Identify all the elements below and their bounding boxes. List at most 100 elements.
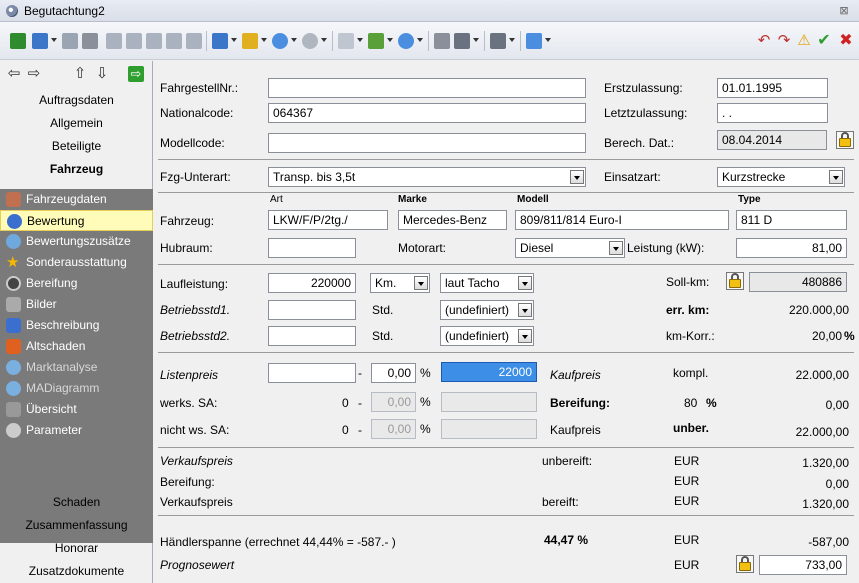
chevron-down-icon[interactable] (570, 170, 584, 184)
chevron-down-icon[interactable] (387, 38, 393, 42)
sidebar-item-sonderausstattung[interactable]: ★ Sonderausstattung (0, 252, 153, 273)
chevron-down-icon[interactable] (291, 38, 297, 42)
fahrgestellnr-field[interactable] (268, 78, 586, 98)
sidebar-item-allgemein[interactable]: Allgemein (0, 112, 153, 135)
fzg-unterart-select[interactable]: Transp. bis 3,5t (268, 167, 586, 187)
chevron-down-icon[interactable] (829, 170, 843, 184)
format-icon[interactable] (166, 33, 182, 49)
save-icon[interactable] (10, 33, 26, 49)
sidebar-item-zusatzdokumente[interactable]: Zusatzdokumente (0, 560, 153, 583)
sidebar-item-fahrzeug[interactable]: Fahrzeug (0, 158, 153, 181)
listenpreis-pct-field[interactable]: 0,00 (371, 363, 416, 383)
letztzulassung-field[interactable]: . . (717, 103, 828, 123)
close-icon[interactable]: ⊠ (835, 3, 853, 19)
listenpreis-field[interactable] (268, 363, 356, 383)
sidebar-item-auftragsdaten[interactable]: Auftragsdaten (0, 89, 153, 112)
undo-icon[interactable]: ↶ (756, 33, 772, 49)
chevron-down-icon[interactable] (609, 241, 623, 255)
chevron-down-icon[interactable] (545, 38, 551, 42)
verkaufspreis-label: Verkaufspreis (160, 454, 233, 468)
pct-sign: % (420, 422, 431, 436)
soll-km-lock-button[interactable] (726, 272, 744, 290)
chevron-down-icon[interactable] (261, 38, 267, 42)
format-icon[interactable] (106, 33, 122, 49)
bar-chart-icon[interactable] (490, 33, 506, 49)
modell-field[interactable]: 809/811/814 Euro-I (515, 210, 729, 230)
chevron-down-icon[interactable] (414, 276, 428, 290)
sidebar-item-bereifung[interactable]: Bereifung (0, 273, 153, 294)
car-icon[interactable] (302, 33, 318, 49)
window-icon[interactable] (212, 33, 228, 49)
go-next-icon[interactable]: ⇨ (128, 66, 144, 82)
arrow-up-icon[interactable]: ⇧ (72, 66, 88, 82)
arrow-right-icon[interactable]: ⇨ (26, 66, 42, 82)
divider (158, 515, 854, 516)
sidebar-item-parameter[interactable]: Parameter (0, 420, 153, 441)
arrow-left-icon[interactable]: ⇦ (6, 66, 22, 82)
format-icon[interactable] (146, 33, 162, 49)
globe-icon[interactable] (272, 33, 288, 49)
sidebar-item-honorar[interactable]: Honorar (0, 537, 153, 560)
cancel-icon[interactable]: ✖ (838, 33, 854, 49)
lock-button[interactable] (836, 131, 854, 149)
erstzulassung-field[interactable]: 01.01.1995 (717, 78, 828, 98)
monitor-icon[interactable] (454, 33, 470, 49)
chevron-down-icon[interactable] (473, 38, 479, 42)
sidebar-item-schaden[interactable]: Schaden (0, 491, 153, 514)
format-icon[interactable] (126, 33, 142, 49)
format-icon[interactable] (186, 33, 202, 49)
nicht-ws-sa-field[interactable] (441, 419, 537, 439)
prognosewert-field[interactable]: 733,00 (759, 555, 847, 575)
prognose-lock-button[interactable] (736, 555, 754, 573)
chevron-down-icon[interactable] (509, 38, 515, 42)
hubraum-field[interactable] (268, 238, 356, 258)
globe-icon[interactable] (398, 33, 414, 49)
chevron-down-icon[interactable] (518, 276, 532, 290)
chevron-down-icon[interactable] (518, 329, 532, 343)
chevron-down-icon[interactable] (321, 38, 327, 42)
nicht-ws-sa-pct-field[interactable]: 0,00 (371, 419, 416, 439)
werks-sa-field[interactable] (441, 392, 537, 412)
warning-icon[interactable]: ⚠ (796, 33, 812, 49)
sidebar-item-beteiligte[interactable]: Beteiligte (0, 135, 153, 158)
werks-sa-pct-field[interactable]: 0,00 (371, 392, 416, 412)
redo-icon[interactable]: ↷ (776, 33, 792, 49)
nationalcode-field[interactable]: 064367 (268, 103, 586, 123)
laufleistung-field[interactable]: 220000 (268, 273, 356, 293)
document-icon[interactable] (368, 33, 384, 49)
betriebsstd1-field[interactable] (268, 300, 356, 320)
einsatzart-select[interactable]: Kurzstrecke (717, 167, 845, 187)
kaufpreis-field[interactable]: 22000 (441, 362, 537, 382)
sidebar-item-bewertung[interactable]: Bewertung (0, 210, 153, 231)
camera-icon[interactable] (434, 33, 450, 49)
sidebar-item-bilder[interactable]: Bilder (0, 294, 153, 315)
art-field[interactable]: LKW/F/P/2tg./ (268, 210, 388, 230)
copy-icon[interactable] (62, 33, 78, 49)
export-icon[interactable] (526, 33, 542, 49)
new-document-icon[interactable] (338, 33, 354, 49)
sidebar-item-marktanalyse[interactable]: Marktanalyse (0, 357, 153, 378)
arrow-down-icon[interactable]: ⇩ (94, 66, 110, 82)
modellcode-field[interactable] (268, 133, 586, 153)
sidebar-item-uebersicht[interactable]: Übersicht (0, 399, 153, 420)
coins-icon (7, 214, 22, 229)
sidebar-item-altschaden[interactable]: Altschaden (0, 336, 153, 357)
betriebsstd2-field[interactable] (268, 326, 356, 346)
chevron-down-icon[interactable] (417, 38, 423, 42)
chevron-down-icon[interactable] (51, 38, 57, 42)
check-icon[interactable]: ✔ (816, 33, 832, 49)
leistung-field[interactable]: 81,00 (736, 238, 847, 258)
import-icon[interactable] (242, 33, 258, 49)
back-icon[interactable] (32, 33, 48, 49)
chevron-down-icon[interactable] (357, 38, 363, 42)
chevron-down-icon[interactable] (231, 38, 237, 42)
sidebar-item-madiagramm[interactable]: MADiagramm (0, 378, 153, 399)
print-icon[interactable] (82, 33, 98, 49)
sidebar-item-bewertungszusaetze[interactable]: Bewertungszusätze (0, 231, 153, 252)
type-field[interactable]: 811 D (736, 210, 847, 230)
sidebar-item-zusammenfassung[interactable]: Zusammenfassung (0, 514, 153, 537)
chevron-down-icon[interactable] (518, 303, 532, 317)
sidebar-item-beschreibung[interactable]: Beschreibung (0, 315, 153, 336)
marke-field[interactable]: Mercedes-Benz (398, 210, 507, 230)
sidebar-item-fahrzeugdaten[interactable]: Fahrzeugdaten (0, 189, 153, 210)
